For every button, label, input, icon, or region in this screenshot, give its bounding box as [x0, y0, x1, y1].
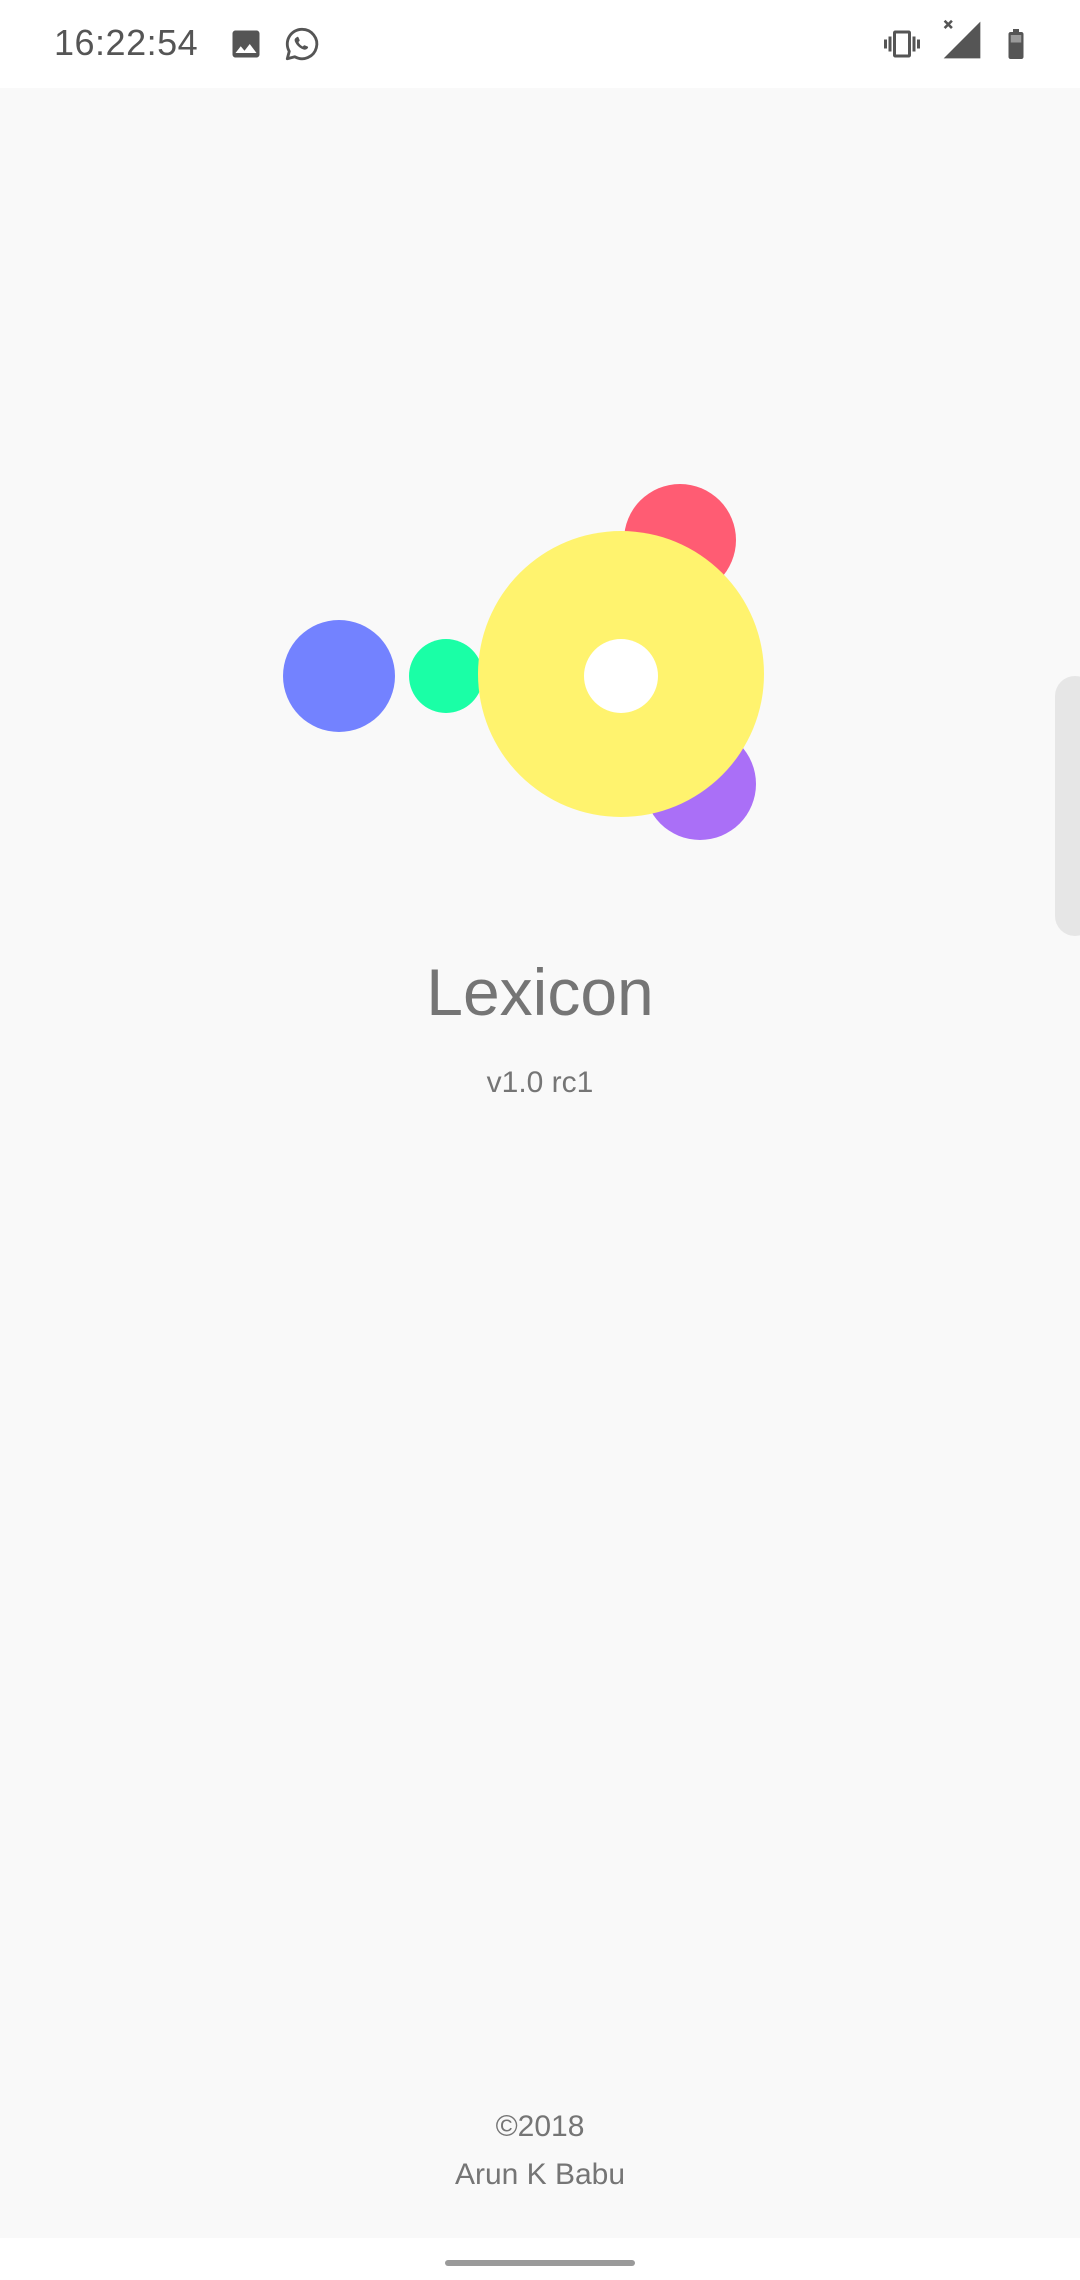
logo-blue-circle — [283, 620, 395, 732]
logo-green-circle — [409, 639, 483, 713]
home-gesture-handle[interactable] — [445, 2260, 635, 2266]
edge-panel-handle[interactable] — [1055, 676, 1080, 936]
app-version: v1.0 rc1 — [486, 1066, 594, 1099]
lexicon-logo — [283, 484, 764, 840]
image-icon — [232, 30, 260, 58]
navigation-bar — [0, 2238, 1080, 2280]
app-name: Lexicon — [426, 955, 654, 1029]
vibrate-icon — [884, 30, 920, 58]
status-bar: 16:22:54 — [0, 0, 1080, 88]
status-time: 16:22:54 — [54, 22, 199, 63]
battery-icon — [1008, 29, 1024, 59]
whatsapp-icon — [285, 27, 319, 61]
author-text: Arun K Babu — [454, 2158, 626, 2191]
logo-center-hole — [584, 639, 658, 713]
signal-no-service-icon — [943, 19, 981, 59]
copyright-text: ©2018 — [495, 2110, 585, 2143]
about-screen: Lexicon v1.0 rc1 ©2018 Arun K Babu — [0, 88, 1080, 2238]
